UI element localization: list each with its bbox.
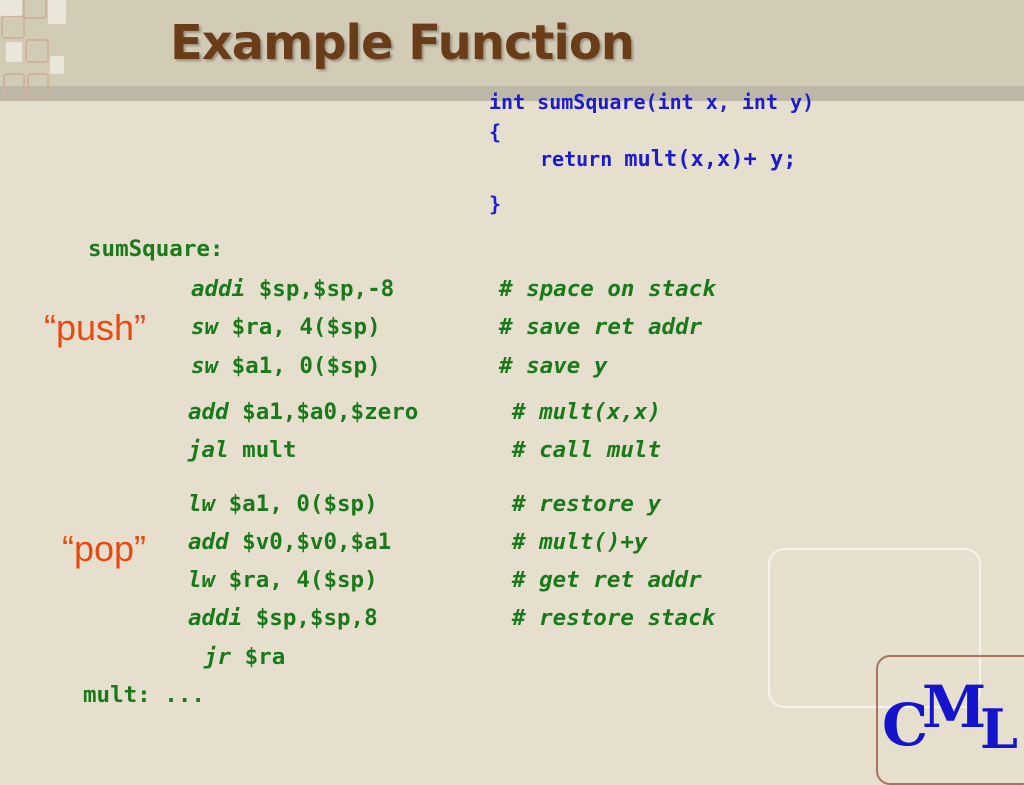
asm-mnemonic: add — [188, 529, 229, 555]
asm-mnemonic: sw — [191, 353, 219, 379]
asm-call-comment-1: # mult(x,x) — [512, 399, 662, 425]
asm-operands: $a1,$a0,$zero — [228, 399, 419, 425]
asm-mnemonic: lw — [188, 567, 216, 593]
asm-operands: $ra — [231, 644, 286, 670]
asm-operands: $sp,$sp,-8 — [245, 276, 395, 302]
corner-decoration-icon — [0, 0, 66, 99]
asm-return-op: jr $ra — [204, 646, 285, 669]
c-code-return-keyword: return — [540, 147, 613, 171]
asm-operands: mult — [228, 437, 297, 463]
asm-push-op-3: sw $a1, 0($sp) — [191, 355, 381, 378]
asm-pop-op-1: lw $a1, 0($sp) — [188, 493, 378, 516]
asm-mnemonic: sw — [191, 314, 219, 340]
asm-label-sumsquare: sumSquare: — [88, 236, 224, 262]
c-code-open-brace: { — [489, 120, 502, 144]
asm-push-comment-3: # save y — [499, 353, 608, 379]
c-code-return-expression: mult(x,x)+ y; — [624, 147, 797, 172]
asm-call-op-2: jal mult — [188, 439, 296, 462]
asm-operands: $v0,$v0,$a1 — [228, 529, 392, 555]
asm-mnemonic: add — [188, 399, 229, 425]
asm-pop-op-4: addi $sp,$sp,8 — [188, 607, 378, 630]
c-code-close-brace: } — [489, 192, 502, 216]
asm-mnemonic: addi — [191, 276, 246, 302]
asm-operands: $a1, 0($sp) — [218, 353, 381, 379]
asm-mnemonic: jr — [204, 644, 232, 670]
asm-mnemonic: addi — [188, 605, 243, 631]
asm-operands: $ra, 4($sp) — [218, 314, 381, 340]
asm-mnemonic: jal — [188, 437, 229, 463]
asm-pop-comment-1: # restore y — [512, 491, 662, 517]
c-code-return-line: return mult(x,x)+ y; — [540, 149, 796, 171]
asm-pop-comment-2: # mult()+y — [512, 529, 648, 555]
asm-push-op-1: addi $sp,$sp,-8 — [191, 278, 394, 301]
pop-marker: “pop” — [62, 528, 147, 569]
cml-logo-l: L — [980, 697, 1018, 761]
push-marker: “push” — [44, 307, 147, 348]
slide-title: Example Function — [170, 15, 635, 71]
asm-pop-op-2: add $v0,$v0,$a1 — [188, 531, 391, 554]
asm-push-comment-1: # space on stack — [499, 276, 716, 302]
asm-mnemonic: lw — [188, 491, 216, 517]
asm-operands: $a1, 0($sp) — [215, 491, 378, 517]
asm-call-comment-2: # call mult — [512, 437, 662, 463]
asm-operands: $sp,$sp,8 — [242, 605, 378, 631]
asm-call-op-1: add $a1,$a0,$zero — [188, 401, 418, 424]
asm-push-comment-2: # save ret addr — [499, 314, 703, 340]
asm-mult-line: mult: ... — [83, 682, 205, 708]
asm-operands: $ra, 4($sp) — [215, 567, 378, 593]
asm-push-op-2: sw $ra, 4($sp) — [191, 316, 381, 339]
asm-pop-comment-3: # get ret addr — [512, 567, 702, 593]
c-code-line-signature: int sumSquare(int x, int y) — [489, 90, 815, 114]
cml-logo-m: M — [922, 673, 987, 741]
asm-pop-op-3: lw $ra, 4($sp) — [188, 569, 378, 592]
asm-pop-comment-4: # restore stack — [512, 605, 716, 631]
